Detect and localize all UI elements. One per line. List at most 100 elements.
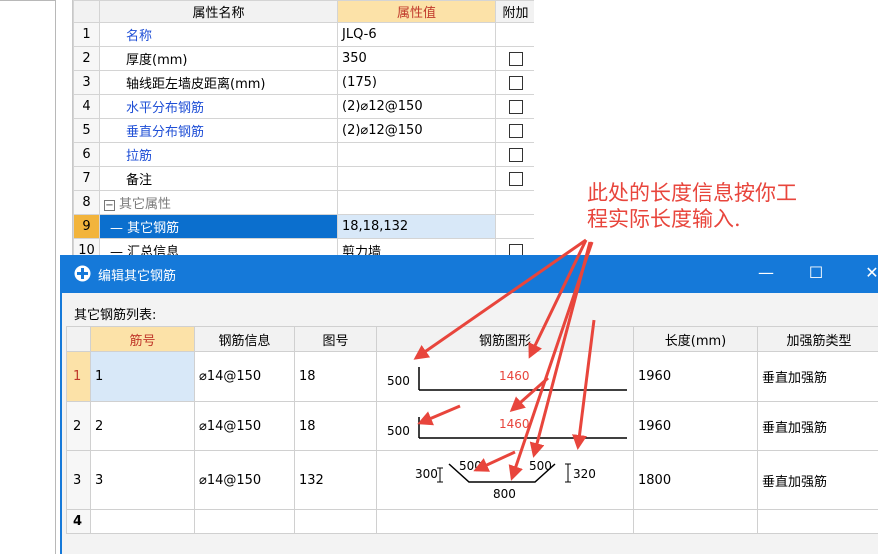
col-extra[interactable]: 附加 bbox=[495, 0, 534, 23]
length-cell[interactable] bbox=[633, 509, 758, 534]
other-rebar-table: 筋号 钢筋信息 图号 钢筋图形 长度(mm) 加强筋类型 1 1 ⌀14@150… bbox=[66, 326, 878, 534]
figure-no-cell[interactable]: 132 bbox=[294, 450, 377, 510]
table-row[interactable]: 3 3 ⌀14@150 132 300 500 500 320 800 1800… bbox=[66, 450, 878, 510]
close-button[interactable]: ✕ bbox=[860, 261, 878, 285]
extra-checkbox[interactable] bbox=[508, 171, 523, 186]
property-name[interactable]: 垂直分布钢筋 bbox=[99, 118, 338, 143]
bar-no-cell[interactable]: 3 bbox=[90, 450, 195, 510]
table-row[interactable]: 2 2 ⌀14@150 18 500 1460 1960 垂直加强筋 bbox=[66, 401, 878, 451]
extra-checkbox[interactable] bbox=[508, 51, 523, 66]
property-row[interactable]: 5 垂直分布钢筋 (2)⌀12@150 bbox=[73, 118, 534, 143]
bar-shape-l: 500 1460 bbox=[387, 366, 627, 391]
row-number: 10 bbox=[73, 238, 100, 255]
property-name: 汇总信息 bbox=[127, 245, 180, 255]
property-value[interactable]: JLQ-6 bbox=[337, 22, 496, 47]
col-property-name[interactable]: 属性名称 bbox=[99, 0, 338, 23]
col-reinforce-type[interactable]: 加强筋类型 bbox=[757, 326, 878, 352]
property-value[interactable]: (2)⌀12@150 bbox=[337, 94, 496, 119]
extra-cell bbox=[495, 118, 534, 143]
property-name[interactable]: 轴线距左墙皮距离(mm) bbox=[99, 70, 338, 95]
extra-cell bbox=[495, 70, 534, 95]
extra-cell bbox=[495, 46, 534, 71]
extra-checkbox[interactable] bbox=[508, 243, 523, 255]
property-value[interactable]: (175) bbox=[337, 70, 496, 95]
property-value[interactable]: 剪力墙 bbox=[337, 238, 496, 255]
length-cell[interactable]: 1960 bbox=[633, 351, 758, 402]
property-name[interactable]: 水平分布钢筋 bbox=[99, 94, 338, 119]
dialog-titlebar[interactable]: 编辑其它钢筋 — ☐ ✕ bbox=[62, 255, 878, 293]
property-grid: 属性名称 属性值 附加 1 名称 JLQ-6 2 厚度(mm) 350 3 轴线… bbox=[72, 0, 534, 255]
extra-cell bbox=[495, 190, 534, 215]
property-value[interactable] bbox=[337, 166, 496, 191]
property-name-cell[interactable]: — 汇总信息 bbox=[99, 238, 338, 255]
bar-info-cell[interactable]: ⌀14@150 bbox=[194, 450, 295, 510]
figure-no-cell[interactable]: 18 bbox=[294, 351, 377, 402]
dim-h2[interactable]: 320 bbox=[573, 467, 596, 481]
dim-s2[interactable]: 500 bbox=[529, 459, 552, 473]
minimize-button[interactable]: — bbox=[754, 261, 778, 285]
reinforce-type-cell[interactable] bbox=[757, 509, 878, 534]
bar-no-cell[interactable] bbox=[90, 509, 195, 534]
bar-info-cell[interactable]: ⌀14@150 bbox=[194, 351, 295, 402]
bar-shape-cell[interactable] bbox=[376, 509, 634, 534]
group-name-cell[interactable]: − 其它属性 bbox=[99, 190, 338, 215]
property-row[interactable]: 1 名称 JLQ-6 bbox=[73, 22, 534, 47]
bar-no-cell[interactable]: 2 bbox=[90, 401, 195, 451]
property-value[interactable]: 350 bbox=[337, 46, 496, 71]
dim-top[interactable]: 1460 bbox=[499, 417, 530, 431]
col-bar-info[interactable]: 钢筋信息 bbox=[194, 326, 295, 352]
property-row[interactable]: 6 拉筋 bbox=[73, 142, 534, 167]
maximize-button[interactable]: ☐ bbox=[804, 261, 828, 285]
extra-checkbox[interactable] bbox=[508, 99, 523, 114]
property-name[interactable]: 备注 bbox=[99, 166, 338, 191]
col-bar-shape[interactable]: 钢筋图形 bbox=[376, 326, 634, 352]
property-name[interactable]: 厚度(mm) bbox=[99, 46, 338, 71]
property-group-row[interactable]: 8 − 其它属性 bbox=[73, 190, 534, 215]
reinforce-type-cell[interactable]: 垂直加强筋 bbox=[757, 401, 878, 451]
length-cell[interactable]: 1800 bbox=[633, 450, 758, 510]
property-value[interactable] bbox=[337, 142, 496, 167]
property-row[interactable]: 2 厚度(mm) 350 bbox=[73, 46, 534, 71]
col-bar-no[interactable]: 筋号 bbox=[90, 326, 195, 352]
extra-cell bbox=[495, 238, 534, 255]
dim-h1[interactable]: 300 bbox=[415, 467, 438, 481]
property-row[interactable]: 4 水平分布钢筋 (2)⌀12@150 bbox=[73, 94, 534, 119]
reinforce-type-cell[interactable]: 垂直加强筋 bbox=[757, 450, 878, 510]
property-row-selected[interactable]: 9 — 其它钢筋 18,18,132 bbox=[73, 214, 534, 239]
property-row[interactable]: 3 轴线距左墙皮距离(mm) (175) bbox=[73, 70, 534, 95]
property-row[interactable]: 7 备注 bbox=[73, 166, 534, 191]
property-name-cell[interactable]: — 其它钢筋 bbox=[99, 214, 338, 239]
property-value[interactable]: 18,18,132 bbox=[337, 214, 496, 239]
extra-checkbox[interactable] bbox=[508, 123, 523, 138]
table-row[interactable]: 1 1 ⌀14@150 18 500 1460 1960 垂直加强筋 bbox=[66, 351, 878, 402]
bar-info-cell[interactable]: ⌀14@150 bbox=[194, 401, 295, 451]
bar-no-cell[interactable]: 1 bbox=[90, 351, 195, 402]
bar-info-cell[interactable] bbox=[194, 509, 295, 534]
collapse-icon[interactable]: − bbox=[104, 200, 115, 211]
col-length[interactable]: 长度(mm) bbox=[633, 326, 758, 352]
dim-bottom[interactable]: 800 bbox=[493, 487, 516, 501]
property-name[interactable]: 名称 bbox=[99, 22, 338, 47]
dim-top[interactable]: 1460 bbox=[499, 369, 530, 383]
property-value bbox=[337, 190, 496, 215]
dim-s1[interactable]: 500 bbox=[459, 459, 482, 473]
table-row-new[interactable]: 4 bbox=[66, 509, 878, 534]
bar-shape-cell[interactable]: 300 500 500 320 800 bbox=[376, 450, 634, 510]
property-row[interactable]: 10 — 汇总信息 剪力墙 bbox=[73, 238, 534, 255]
dim-left[interactable]: 500 bbox=[387, 374, 410, 388]
reinforce-type-cell[interactable]: 垂直加强筋 bbox=[757, 351, 878, 402]
bar-shape-cell[interactable]: 500 1460 bbox=[376, 351, 634, 402]
figure-no-cell[interactable]: 18 bbox=[294, 401, 377, 451]
col-property-value[interactable]: 属性值 bbox=[337, 0, 496, 23]
dim-left[interactable]: 500 bbox=[387, 424, 410, 438]
property-value[interactable]: (2)⌀12@150 bbox=[337, 118, 496, 143]
extra-checkbox[interactable] bbox=[508, 147, 523, 162]
col-figure-no[interactable]: 图号 bbox=[294, 326, 377, 352]
bar-shape-cell[interactable]: 500 1460 bbox=[376, 401, 634, 451]
extra-checkbox[interactable] bbox=[508, 75, 523, 90]
length-cell[interactable]: 1960 bbox=[633, 401, 758, 451]
row-number: 4 bbox=[73, 94, 100, 119]
figure-no-cell[interactable] bbox=[294, 509, 377, 534]
property-name[interactable]: 拉筋 bbox=[99, 142, 338, 167]
row-number: 4 bbox=[66, 509, 91, 534]
